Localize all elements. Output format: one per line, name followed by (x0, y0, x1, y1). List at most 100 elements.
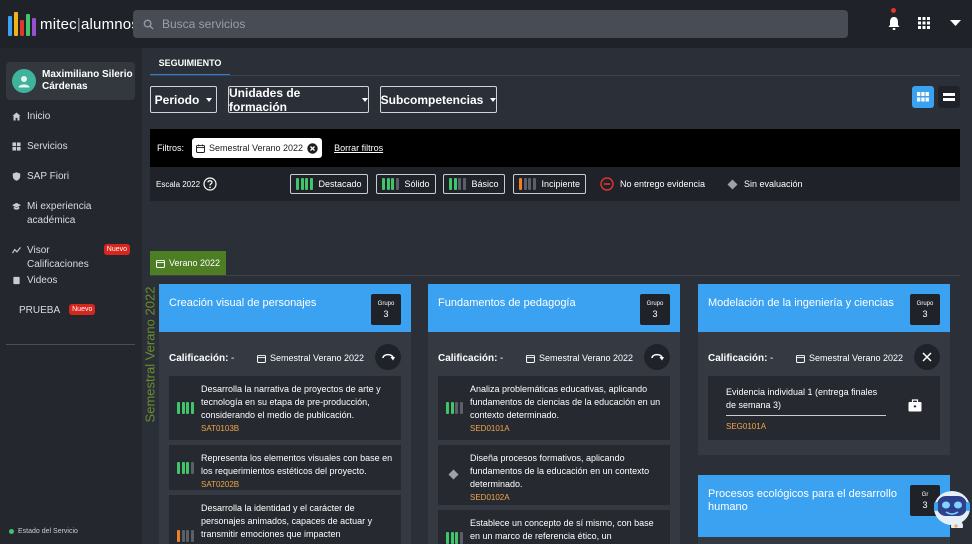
user-icon (18, 76, 30, 88)
grid-view-icon (917, 92, 929, 102)
home-icon (12, 112, 21, 121)
sidebar: Maximiliano Silerio Cárdenas Inicio Serv… (0, 48, 142, 544)
grade-value: - (500, 352, 504, 364)
filter-chip[interactable]: Semestral Verano 2022 (192, 138, 323, 158)
search-input[interactable] (162, 17, 822, 31)
level-bars-icon (177, 462, 194, 474)
logo-text: mitec|alumnos (40, 15, 140, 33)
sidebar-item-label: Inicio (27, 111, 51, 122)
scale-legend: Escala 2022 Destacado Sólido Básico Inci… (150, 167, 960, 201)
sidebar-item-servicios[interactable]: Servicios (0, 140, 142, 170)
shield-icon (12, 172, 21, 181)
subcompetencias-dropdown[interactable]: Subcompetencias (380, 86, 497, 113)
grade-row: Calificación: - Semestral Verano 2022 (708, 344, 940, 372)
close-circle-icon[interactable] (307, 142, 318, 154)
periodo-dropdown[interactable]: Periodo (150, 86, 217, 113)
close-icon (922, 352, 932, 362)
new-badge: Nuevo (103, 244, 130, 255)
chatbot-assistant-icon[interactable] (930, 482, 972, 532)
user-profile-card[interactable]: Maximiliano Silerio Cárdenas (6, 62, 135, 100)
bell-icon[interactable] (883, 12, 905, 34)
level-bars-icon (177, 530, 194, 542)
competency-code: SEG0101A (726, 422, 767, 431)
diamond-icon (727, 179, 738, 189)
semester-label: Semestral Verano 2022 (796, 352, 906, 364)
undo-button[interactable] (375, 344, 401, 370)
briefcase-icon[interactable] (908, 399, 922, 412)
course-title: Modelación de la ingeniería y ciencias (708, 297, 894, 309)
level-bars-icon (449, 178, 466, 190)
caret-down-icon (490, 97, 497, 102)
sidebar-item-label: Visor Calificaciones (27, 245, 89, 270)
course-card: Modelación de la ingeniería y ciencias G… (698, 284, 950, 455)
filters-label: Filtros: (157, 143, 184, 153)
service-status[interactable]: Estado del Servicio (9, 528, 78, 535)
card-header[interactable]: Creación visual de personajes Grupo 3 (159, 284, 411, 332)
legend-no-evidence: No entrego evidencia (600, 174, 705, 194)
period-tab-verano-2022[interactable]: Verano 2022 (150, 251, 226, 275)
clear-filters-link[interactable]: Borrar filtros (334, 143, 383, 153)
calendar-icon (796, 354, 805, 363)
tab-divider (150, 75, 960, 76)
competency-code: SED0101A (470, 424, 510, 433)
evidence-item[interactable]: Diseña procesos formativos, aplicando fu… (438, 445, 670, 505)
search-icon (143, 19, 154, 30)
competency-code: SED0102A (470, 493, 510, 502)
caret-down-icon (362, 97, 368, 102)
sidebar-item-inicio[interactable]: Inicio (0, 110, 142, 140)
caret-down-icon (206, 97, 213, 102)
card-header[interactable]: Fundamentos de pedagogía Grupo 3 (428, 284, 680, 332)
level-bars-icon (296, 178, 313, 190)
evidence-item[interactable]: Analiza problemáticas educativas, aplica… (438, 376, 670, 440)
legend-incipiente: Incipiente (513, 174, 587, 194)
evidence-item[interactable]: Establece un concepto de sí mismo, con b… (438, 510, 670, 544)
search-bar[interactable] (133, 10, 848, 38)
undo-arrow-icon (651, 353, 664, 361)
undo-button[interactable] (644, 344, 670, 370)
video-icon (13, 276, 20, 285)
undo-arrow-icon (382, 353, 395, 361)
grade-value: - (770, 352, 774, 364)
chart-line-icon (12, 246, 21, 254)
chevron-down-icon[interactable] (944, 12, 966, 34)
course-title: Procesos ecológicos para el desarrollo h… (708, 488, 897, 513)
avatar (12, 69, 36, 93)
minus-circle-icon (600, 177, 614, 191)
competency-code: SAT0202B (201, 480, 240, 489)
card-header[interactable]: Procesos ecológicos para el desarrollo h… (698, 475, 950, 537)
evidence-item[interactable]: Desarrolla la identidad y el carácter de… (169, 495, 401, 544)
semester-label: Semestral Verano 2022 (257, 352, 367, 364)
sidebar-item-videos[interactable]: Videos (0, 274, 142, 304)
sidebar-item-visor-calificaciones[interactable]: Visor Calificaciones Nuevo (0, 244, 142, 274)
level-bars-icon (382, 178, 399, 190)
grade-row: Calificación: - Semestral Verano 2022 (169, 344, 401, 372)
sidebar-item-prueba[interactable]: PRUEBA Nuevo (0, 304, 142, 334)
apps-grid-icon[interactable] (913, 12, 935, 34)
level-bars-icon (446, 402, 463, 414)
legend-destacado: Destacado (290, 174, 368, 194)
grade-value: - (231, 352, 235, 364)
tab-seguimiento[interactable]: SEGUIMIENTO (150, 52, 230, 76)
sidebar-item-label: Mi experiencia académica (27, 201, 92, 226)
mitec-logo[interactable]: mitec|alumnos (8, 12, 139, 36)
evidence-item[interactable]: Evidencia individual 1 (entrega finales … (708, 376, 940, 440)
close-button[interactable] (914, 344, 940, 370)
legend-no-evaluation: Sin evaluación (727, 174, 803, 194)
group-badge: Grupo 3 (910, 294, 940, 325)
sidebar-item-sap-fiori[interactable]: SAP Fiori (0, 170, 142, 200)
grid-view-button[interactable] (912, 86, 934, 108)
top-bar: mitec|alumnos (0, 0, 972, 48)
evidence-item[interactable]: Representa los elementos visuales con ba… (169, 445, 401, 490)
course-card: Fundamentos de pedagogía Grupo 3 Califica… (428, 284, 680, 544)
legend-solido: Sólido (376, 174, 436, 194)
help-icon[interactable] (203, 177, 217, 191)
list-view-button[interactable] (938, 86, 960, 108)
evidence-item[interactable]: Desarrolla la narrativa de proyectos de … (169, 376, 401, 440)
unidades-dropdown[interactable]: Unidades de formación (228, 86, 369, 114)
calendar-icon (196, 143, 205, 153)
competency-code: SAT0103B (201, 424, 240, 433)
sidebar-item-experiencia[interactable]: Mi experiencia académica (0, 200, 142, 244)
course-card: Creación visual de personajes Grupo 3 Cal… (159, 284, 411, 544)
card-header[interactable]: Modelación de la ingeniería y ciencias G… (698, 284, 950, 332)
sidebar-item-label: Servicios (27, 141, 68, 152)
